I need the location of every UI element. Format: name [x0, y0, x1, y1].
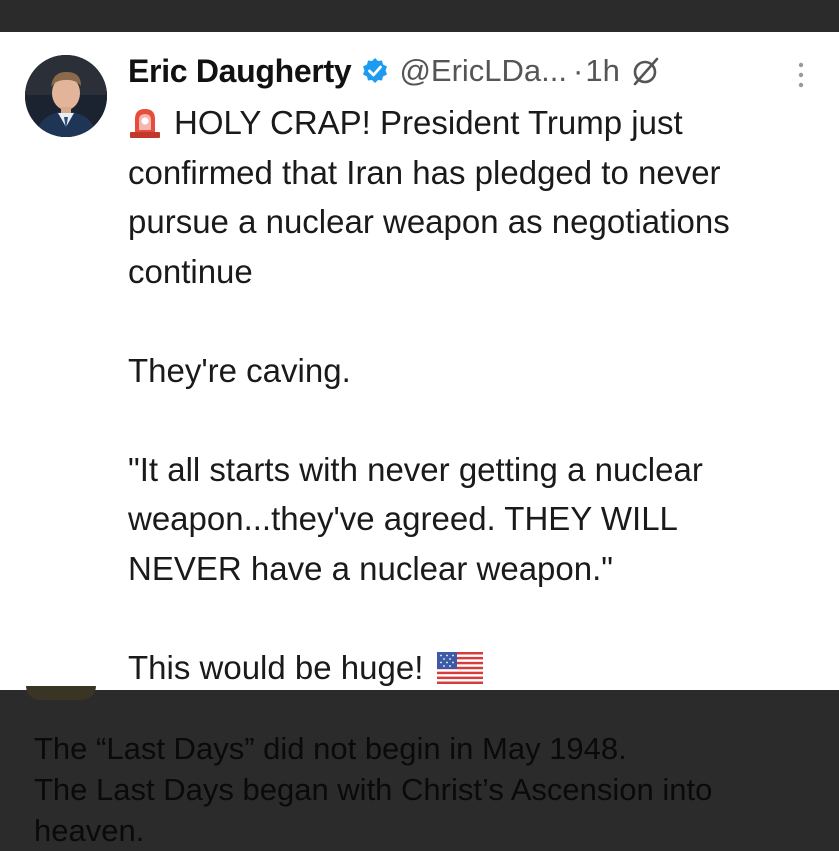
post-line-text: This would be huge!	[128, 648, 424, 686]
post-header: Eric Daugherty @EricLDa... · 1h	[128, 48, 662, 94]
rotating-light-emoji-icon	[128, 102, 162, 138]
author-handle[interactable]: @EricLDa...	[399, 53, 567, 89]
top-bar	[0, 0, 839, 32]
post-text: HOLY CRAP! President Trump just confirme…	[128, 98, 828, 690]
post-line: weapon...they've agreed. THEY WILL	[128, 500, 678, 537]
lower-avatar[interactable]	[26, 686, 96, 700]
more-options-icon[interactable]	[797, 60, 805, 90]
post-card[interactable]: Eric Daugherty @EricLDa... · 1h HOLY CRA…	[0, 32, 839, 690]
author-name[interactable]: Eric Daugherty	[128, 53, 352, 90]
us-flag-emoji-icon	[437, 648, 484, 684]
post-line: This would be huge!	[128, 643, 828, 691]
post-line-text: HOLY CRAP! President Trump just	[174, 104, 683, 141]
grok-icon[interactable]	[630, 55, 662, 87]
post-line: NEVER have a nuclear weapon."	[128, 549, 613, 587]
post-line: "It all starts with never getting a nucl…	[128, 450, 703, 488]
post-line: They're caving.	[128, 351, 351, 389]
post-line: HOLY CRAP! President Trump just	[128, 98, 828, 148]
lower-author-peek	[125, 690, 195, 696]
post-line: pursue a nuclear weapon as negotiations	[128, 203, 730, 240]
post-time[interactable]: 1h	[585, 53, 619, 89]
lower-post-line: heaven.	[34, 813, 145, 848]
lower-post-text: The “Last Days” did not begin in May 194…	[34, 728, 824, 851]
lower-post-line: The “Last Days” did not begin in May 194…	[34, 731, 627, 766]
lower-post[interactable]: The “Last Days” did not begin in May 194…	[0, 686, 839, 848]
post-line: confirmed that Iran has pledged to never	[128, 153, 721, 191]
verified-badge-icon	[361, 57, 389, 85]
post-line: continue	[128, 252, 253, 290]
separator-dot: ·	[573, 53, 584, 88]
lower-post-line: The Last Days began with Christ’s Ascens…	[34, 772, 713, 807]
avatar[interactable]	[25, 55, 107, 137]
